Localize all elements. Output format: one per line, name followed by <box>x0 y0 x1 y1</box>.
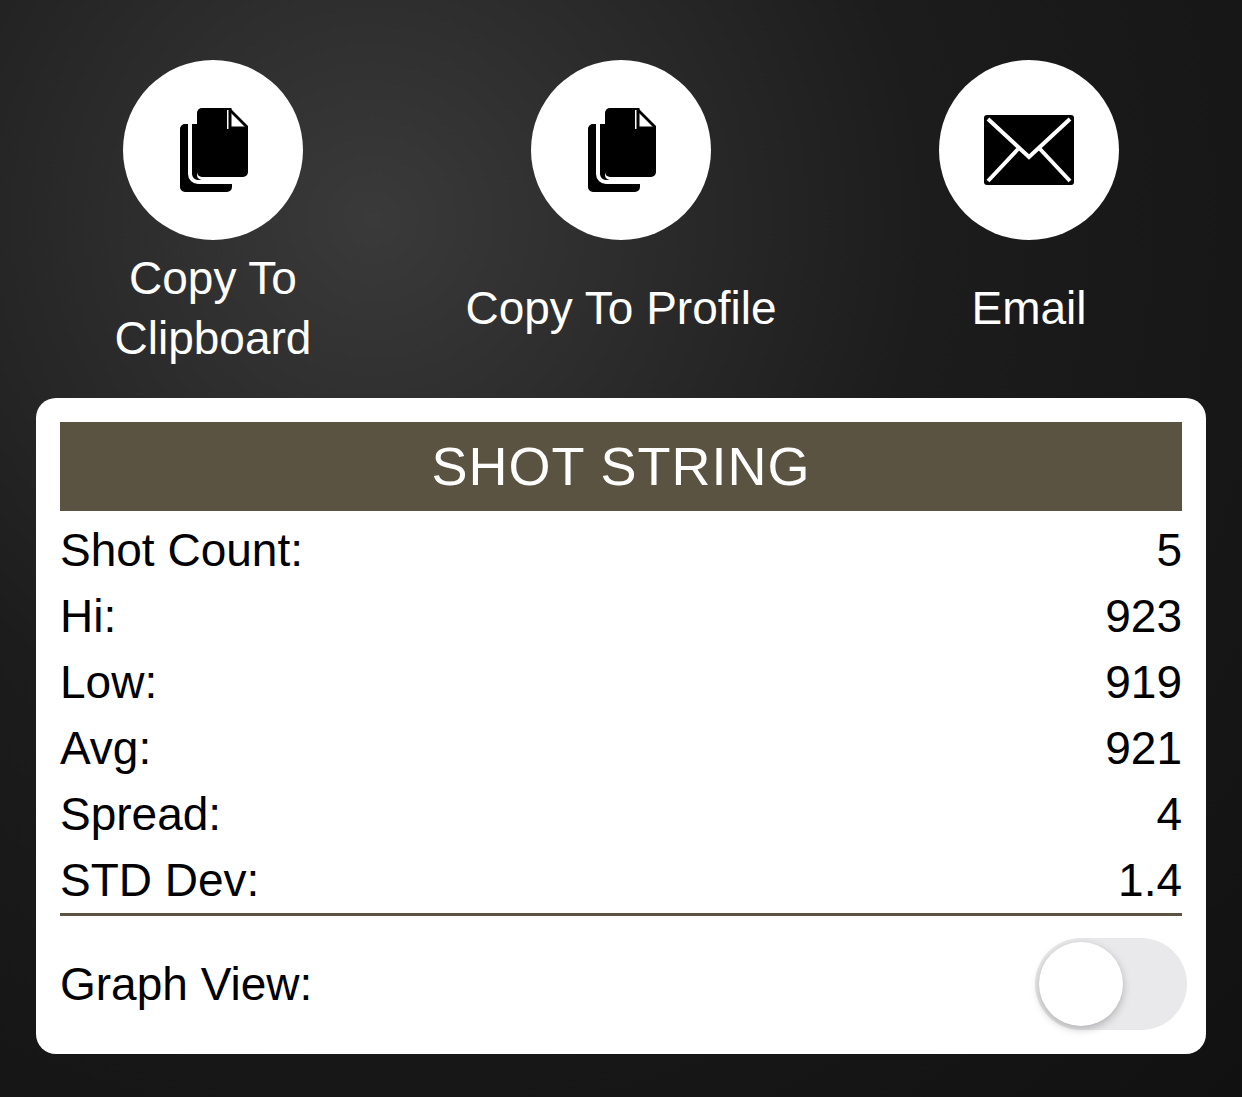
stat-row: STD Dev: 1.4 <box>60 847 1182 913</box>
action-label-line: Email <box>971 278 1086 338</box>
stat-value: 919 <box>1105 659 1182 705</box>
action-button[interactable] <box>531 60 711 240</box>
stat-row: Avg: 921 <box>60 715 1182 781</box>
stat-value: 921 <box>1105 725 1182 771</box>
action-label: Email <box>971 248 1086 368</box>
action-item[interactable]: Email <box>825 60 1233 368</box>
divider <box>60 913 1182 916</box>
graph-view-row: Graph View: <box>60 916 1187 1030</box>
stat-value: 923 <box>1105 593 1182 639</box>
stats-list: Shot Count: 5 Hi: 923 Low: 919 Avg: 921 Spread: 4… <box>60 511 1182 913</box>
graph-view-toggle[interactable] <box>1035 938 1187 1030</box>
toggle-knob <box>1039 942 1123 1026</box>
stat-row: Low: 919 <box>60 649 1182 715</box>
action-button[interactable] <box>123 60 303 240</box>
action-label-line: Copy To <box>129 248 297 308</box>
shot-string-card: SHOT STRING Shot Count: 5 Hi: 923 Low: 919 Avg:… <box>36 398 1206 1054</box>
stat-value: 5 <box>1156 527 1182 573</box>
action-label-line: Clipboard <box>115 308 312 368</box>
action-label-line: Copy To Profile <box>465 278 776 338</box>
stat-label: Low: <box>60 659 157 705</box>
stat-label: Avg: <box>60 725 151 771</box>
screen: Copy ToClipboard Copy To Profile Email SHOT… <box>0 0 1242 1097</box>
copy-icon <box>582 104 660 196</box>
action-item[interactable]: Copy To Profile <box>417 60 825 368</box>
stat-value: 4 <box>1156 791 1182 837</box>
copy-icon <box>174 104 252 196</box>
stat-row: Hi: 923 <box>60 583 1182 649</box>
stat-label: STD Dev: <box>60 857 259 903</box>
graph-view-label: Graph View: <box>60 950 312 1019</box>
action-label: Copy ToClipboard <box>115 248 312 368</box>
action-item[interactable]: Copy ToClipboard <box>9 60 417 368</box>
stat-row: Shot Count: 5 <box>60 517 1182 583</box>
stat-label: Hi: <box>60 593 116 639</box>
stat-row: Spread: 4 <box>60 781 1182 847</box>
stat-value: 1.4 <box>1118 857 1182 903</box>
card-header: SHOT STRING <box>60 422 1182 511</box>
action-label: Copy To Profile <box>465 248 776 368</box>
action-button[interactable] <box>939 60 1119 240</box>
action-bar: Copy ToClipboard Copy To Profile Email <box>0 0 1242 368</box>
envelope-icon <box>982 113 1076 187</box>
stat-label: Shot Count: <box>60 527 303 573</box>
stat-label: Spread: <box>60 791 221 837</box>
